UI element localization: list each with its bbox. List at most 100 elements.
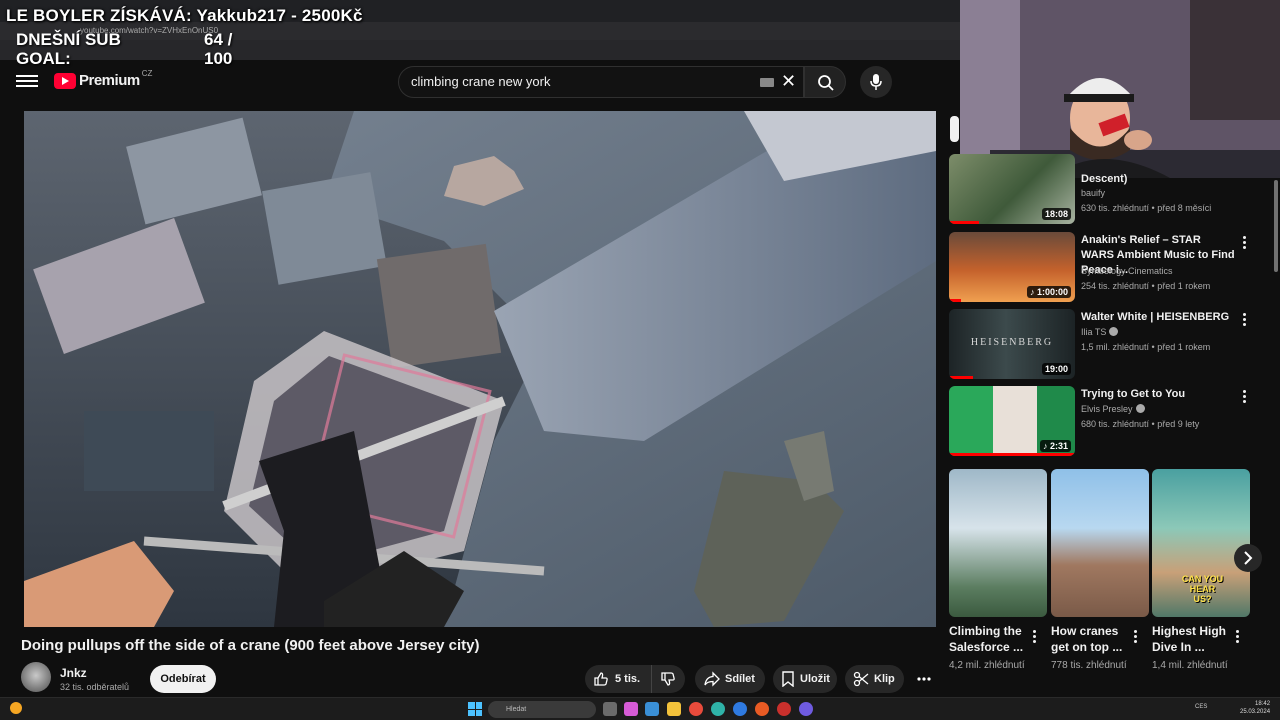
chrome-icon[interactable] bbox=[689, 702, 703, 716]
watch-progress-bar bbox=[949, 376, 973, 379]
clip-label: Klip bbox=[874, 673, 895, 685]
bookmark-icon bbox=[782, 671, 794, 687]
channel-name[interactable]: Jnkz bbox=[60, 666, 87, 680]
short-thumbnail[interactable]: CAN YOU HEAR US? bbox=[1152, 469, 1250, 617]
search-input[interactable] bbox=[411, 74, 751, 89]
recommendation-item[interactable]: 18:08 Descent) bauify 630 tis. zhlédnutí… bbox=[949, 154, 1249, 224]
recommendation-meta: 254 tis. zhlédnutí • před 1 rokem bbox=[1081, 281, 1211, 291]
more-horizontal-icon bbox=[917, 677, 931, 681]
app-icon[interactable] bbox=[799, 702, 813, 716]
streamer-webcam bbox=[960, 0, 1280, 178]
short-title[interactable]: Highest High Dive In ... bbox=[1152, 623, 1232, 655]
short-title[interactable]: How cranes get on top ... bbox=[1051, 623, 1131, 655]
recommendation-meta: 1,5 mil. zhlédnutí • před 1 rokem bbox=[1081, 342, 1211, 352]
search-icon bbox=[818, 75, 834, 91]
language-indicator[interactable]: CES bbox=[1195, 704, 1207, 710]
app-icon[interactable] bbox=[777, 702, 791, 716]
country-code: CZ bbox=[141, 69, 153, 78]
watch-progress-bar bbox=[949, 299, 961, 302]
watch-progress-bar bbox=[949, 453, 1075, 456]
more-vert-icon[interactable] bbox=[1234, 630, 1240, 644]
channel-avatar[interactable] bbox=[21, 662, 51, 692]
channel-subscriber-count: 32 tis. odběratelů bbox=[60, 682, 130, 692]
clear-search-icon[interactable]: ✕ bbox=[781, 71, 796, 92]
app-icon[interactable] bbox=[645, 702, 659, 716]
short-thumbnail[interactable] bbox=[1051, 469, 1149, 617]
taskbar-clock[interactable]: 18:42 25.03.2024 bbox=[1240, 700, 1270, 716]
stream-donation-overlay: LE BOYLER ZÍSKÁVÁ: Yakkub217 - 2500Kč bbox=[6, 6, 363, 25]
save-button[interactable]: Uložit bbox=[773, 665, 837, 693]
keyboard-icon[interactable] bbox=[760, 78, 774, 87]
search-button[interactable] bbox=[804, 66, 846, 98]
recommendation-title[interactable]: Walter White | HEISENBERG bbox=[1081, 310, 1236, 325]
recommendation-item[interactable]: ♪ 1:00:00 Anakin's Relief – STAR WARS Am… bbox=[949, 232, 1249, 302]
more-actions-button[interactable] bbox=[910, 665, 938, 693]
share-button[interactable]: Sdílet bbox=[695, 665, 765, 693]
short-views: 778 tis. zhlédnutí bbox=[1051, 660, 1127, 671]
file-explorer-icon[interactable] bbox=[667, 702, 681, 716]
short-views: 4,2 mil. zhlédnutí bbox=[949, 660, 1025, 671]
microphone-icon bbox=[870, 74, 882, 90]
short-thumbnail[interactable] bbox=[949, 469, 1047, 617]
recommendation-thumbnail[interactable]: 18:08 bbox=[949, 154, 1075, 224]
recommendation-item[interactable]: HEISENBERG 19:00 Walter White | HEISENBE… bbox=[949, 309, 1249, 379]
hamburger-menu-icon[interactable] bbox=[16, 72, 38, 90]
duration-badge: 19:00 bbox=[1041, 363, 1071, 375]
short-title[interactable]: Climbing the Salesforce ... bbox=[949, 623, 1029, 655]
save-label: Uložit bbox=[800, 673, 830, 685]
share-icon bbox=[704, 671, 720, 687]
recommendation-thumbnail[interactable]: HEISENBERG 19:00 bbox=[949, 309, 1075, 379]
scissors-icon bbox=[853, 671, 869, 687]
duration-badge: ♪ 1:00:00 bbox=[1026, 286, 1071, 298]
windows-taskbar: Hledat CES 18:42 25.03.2024 bbox=[0, 697, 1280, 720]
edge-icon[interactable] bbox=[711, 702, 725, 716]
recommendation-channel[interactable]: Elvis Presley bbox=[1081, 404, 1145, 414]
like-button[interactable]: 5 tis. bbox=[585, 665, 651, 693]
voice-search-button[interactable] bbox=[860, 66, 892, 98]
thumbs-down-icon bbox=[661, 672, 675, 686]
task-view-icon[interactable] bbox=[603, 702, 617, 716]
sidebar-scrollbar[interactable] bbox=[1274, 180, 1278, 272]
like-dislike-group: 5 tis. bbox=[585, 665, 685, 693]
more-vert-icon[interactable] bbox=[1241, 313, 1247, 327]
youtube-play-icon bbox=[54, 72, 76, 89]
subscribe-button[interactable]: Odebírat bbox=[150, 665, 216, 693]
recommendation-channel[interactable]: Ilia TS bbox=[1081, 327, 1119, 337]
recommendation-channel[interactable]: Symbology Cinematics bbox=[1081, 266, 1173, 276]
more-vert-icon[interactable] bbox=[1241, 390, 1247, 404]
verified-badge-icon bbox=[1135, 404, 1145, 413]
recommendation-item[interactable]: ♪ 2:31 Trying to Get to You Elvis Presle… bbox=[949, 386, 1249, 456]
duration-badge: ♪ 2:31 bbox=[1039, 440, 1071, 452]
recommendation-channel[interactable]: bauify bbox=[1081, 188, 1105, 198]
recommendation-title[interactable]: Trying to Get to You bbox=[1081, 387, 1236, 402]
weather-icon[interactable] bbox=[10, 702, 22, 714]
verified-badge-icon bbox=[1109, 327, 1119, 336]
clip-button[interactable]: Klip bbox=[845, 665, 904, 693]
widgets-icon[interactable] bbox=[624, 702, 638, 716]
shorts-next-button[interactable] bbox=[1234, 544, 1262, 572]
filter-chip[interactable] bbox=[950, 116, 959, 142]
more-vert-icon[interactable] bbox=[1132, 630, 1138, 644]
dislike-button[interactable] bbox=[651, 665, 685, 693]
recommendation-thumbnail[interactable]: ♪ 1:00:00 bbox=[949, 232, 1075, 302]
windows-start-icon[interactable] bbox=[468, 702, 482, 716]
share-label: Sdílet bbox=[725, 673, 755, 685]
video-title: Doing pullups off the side of a crane (9… bbox=[21, 637, 480, 654]
clock-date: 25.03.2024 bbox=[1240, 709, 1271, 715]
more-vert-icon[interactable] bbox=[1031, 630, 1037, 644]
watch-progress-bar bbox=[949, 221, 979, 224]
youtube-premium-logo[interactable]: Premium CZ bbox=[54, 69, 153, 89]
chevron-right-icon bbox=[1244, 551, 1253, 565]
recommendation-meta: 680 tis. zhlédnutí • před 9 lety bbox=[1081, 419, 1200, 429]
recommendation-thumbnail[interactable]: ♪ 2:31 bbox=[949, 386, 1075, 456]
app-icon[interactable] bbox=[733, 702, 747, 716]
more-vert-icon[interactable] bbox=[1241, 236, 1247, 250]
duration-badge: 18:08 bbox=[1041, 208, 1071, 220]
recommendation-title[interactable]: Descent) bbox=[1081, 172, 1236, 187]
recommendation-meta: 630 tis. zhlédnutí • před 8 měsíci bbox=[1081, 203, 1212, 213]
video-frame-crane-aerial bbox=[24, 111, 936, 627]
app-icon[interactable] bbox=[755, 702, 769, 716]
taskbar-search[interactable]: Hledat bbox=[488, 701, 596, 718]
screen: youtube.com/watch?v=ZVHxEnOnUS0 LE BOYLE… bbox=[0, 0, 1280, 720]
video-player[interactable] bbox=[24, 111, 936, 627]
